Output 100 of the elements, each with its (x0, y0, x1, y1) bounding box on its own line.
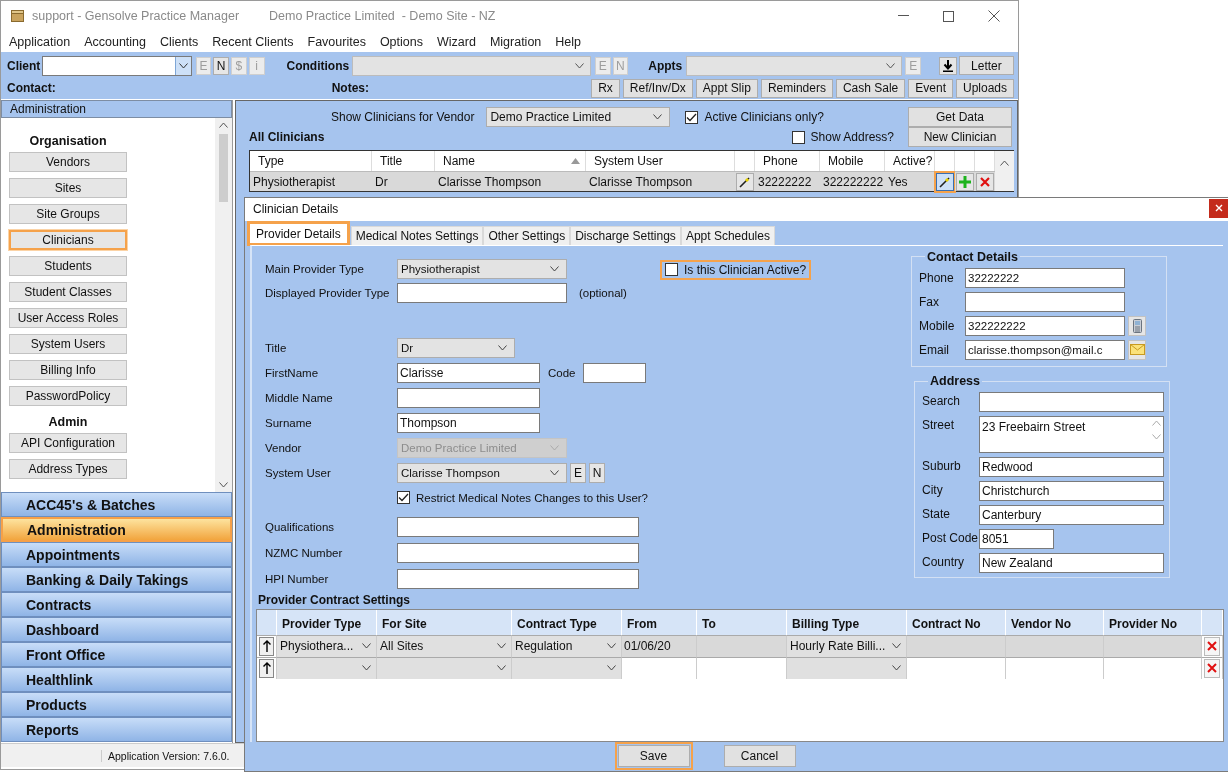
scrollbar[interactable] (215, 118, 232, 492)
dialog-button[interactable]: Save (617, 745, 690, 768)
checkbox[interactable] (665, 263, 678, 277)
sidebar-button[interactable]: API Configuration (9, 433, 127, 453)
sidebar-button[interactable]: Billing Info (9, 360, 127, 380)
tab[interactable]: Discharge Settings (570, 225, 681, 245)
text-field[interactable] (397, 516, 639, 537)
toolbar-button[interactable]: Cash Sale (835, 78, 906, 98)
sidebar-button[interactable]: Address Types (9, 459, 127, 479)
client-dropdown[interactable] (42, 55, 192, 76)
text-field[interactable]: Christchurch (979, 480, 1164, 501)
table-cell[interactable] (907, 634, 1006, 657)
toolbar-button[interactable]: Event (908, 78, 953, 98)
dropdown-cell[interactable] (377, 656, 512, 679)
table-cell[interactable] (1104, 656, 1202, 679)
scroll-up-icon[interactable] (219, 122, 228, 128)
maximize-icon[interactable] (943, 10, 954, 22)
tab[interactable]: Appt Schedules (680, 225, 775, 245)
tab[interactable]: Provider Details (248, 221, 349, 245)
module-tab[interactable]: ACC45's & Batches (1, 492, 232, 517)
dropdown-cell[interactable] (277, 656, 377, 679)
tab[interactable]: Other Settings (483, 225, 571, 245)
text-field[interactable]: Redwood (979, 456, 1164, 477)
sidebar-button[interactable]: Clinicians (9, 230, 127, 250)
small-button[interactable]: N (589, 462, 605, 483)
menu-item[interactable]: Favourites (300, 34, 373, 49)
checkbox[interactable] (791, 130, 805, 144)
text-field[interactable] (397, 387, 540, 408)
sidebar-button[interactable]: Vendors (9, 152, 127, 172)
text-field[interactable]: 32222222 (965, 267, 1125, 288)
text-field[interactable]: Canterbury (979, 504, 1164, 525)
dropdown[interactable]: Physiotherapist (397, 258, 567, 279)
text-field[interactable] (979, 391, 1164, 412)
text-field[interactable]: 322222222 (965, 315, 1125, 336)
small-button[interactable]: N (213, 56, 230, 75)
sidebar-button[interactable]: User Access Roles (9, 308, 127, 328)
text-field[interactable]: New Zealand (979, 552, 1164, 573)
table-cell[interactable] (1104, 634, 1202, 657)
toolbar-button[interactable]: Appt Slip (695, 78, 758, 98)
tab[interactable]: Medical Notes Settings (350, 225, 484, 245)
dropdown-cell[interactable]: Regulation (512, 634, 622, 657)
dropdown-cell[interactable]: Hourly Rate Billi... (787, 634, 907, 657)
menu-item[interactable]: Recent Clients (205, 34, 301, 49)
text-field[interactable] (965, 291, 1125, 312)
scrollbar-thumb[interactable] (219, 134, 228, 202)
text-field[interactable]: Thompson (397, 412, 540, 433)
menu-item[interactable]: Options (372, 34, 430, 49)
module-tab[interactable]: Reports (1, 717, 232, 742)
menu-item[interactable]: Wizard (430, 34, 483, 49)
letter-button[interactable]: Letter (958, 56, 1014, 75)
sidebar-button[interactable]: Students (9, 256, 127, 276)
table-cell[interactable] (1006, 634, 1104, 657)
sidebar-button[interactable]: Sites (9, 178, 127, 198)
toolbar-button[interactable]: Uploads (955, 78, 1014, 98)
table-cell[interactable] (697, 634, 787, 657)
new-clinician-button[interactable]: New Clinician (908, 127, 1012, 147)
vendor-dropdown[interactable]: Demo Practice Limited (486, 107, 671, 127)
menu-item[interactable]: Accounting (77, 34, 153, 49)
dropdown-cell[interactable] (512, 656, 622, 679)
text-field[interactable]: Clarisse (397, 362, 540, 383)
get-data-button[interactable]: Get Data (908, 107, 1012, 127)
module-tab[interactable]: Banking & Daily Takings (1, 567, 232, 592)
table-cell[interactable]: 01/06/20 (622, 634, 697, 657)
minimize-icon[interactable] (898, 15, 909, 17)
scroll-down-icon[interactable] (219, 482, 228, 488)
scrollbar[interactable] (995, 151, 1014, 171)
toolbar-button[interactable]: Ref/Inv/Dx (622, 78, 693, 98)
small-button[interactable]: E (570, 462, 586, 483)
menu-item[interactable]: Migration (482, 34, 549, 49)
sidebar-button[interactable]: Student Classes (9, 282, 127, 302)
module-tab[interactable]: Appointments (1, 542, 232, 567)
close-icon[interactable] (988, 10, 1000, 22)
close-button[interactable] (1209, 198, 1228, 218)
text-field[interactable] (397, 542, 639, 563)
text-field[interactable]: clarisse.thompson@mail.c (965, 339, 1125, 360)
module-tab[interactable]: Contracts (1, 592, 232, 617)
dropdown[interactable]: Clarisse Thompson (397, 462, 567, 483)
table-cell[interactable] (1006, 656, 1104, 679)
menu-item[interactable]: Clients (153, 34, 206, 49)
dialog-button[interactable]: Cancel (723, 745, 796, 768)
sidebar-button[interactable]: System Users (9, 334, 127, 354)
dropdown[interactable]: Dr (397, 337, 515, 358)
table-cell[interactable] (622, 656, 697, 679)
sidebar-button[interactable]: PasswordPolicy (9, 386, 127, 406)
module-tab[interactable]: Front Office (1, 642, 232, 667)
table-cell[interactable] (697, 656, 787, 679)
checkbox[interactable] (397, 491, 410, 505)
module-tab[interactable]: Healthlink (1, 667, 232, 692)
table-cell[interactable] (907, 656, 1006, 679)
menu-item[interactable]: Application (2, 34, 78, 49)
dropdown-cell[interactable]: Physiothera... (277, 634, 377, 657)
toolbar-button[interactable]: Reminders (760, 78, 833, 98)
toolbar-button[interactable]: Rx (591, 78, 620, 98)
sidebar-button[interactable]: Site Groups (9, 204, 127, 224)
module-tab[interactable]: Administration (1, 517, 232, 542)
text-field[interactable] (583, 362, 646, 383)
dropdown-cell[interactable] (787, 656, 907, 679)
checkbox[interactable] (685, 110, 699, 124)
dropdown-cell[interactable]: All Sites (377, 634, 512, 657)
text-field[interactable] (397, 282, 567, 303)
